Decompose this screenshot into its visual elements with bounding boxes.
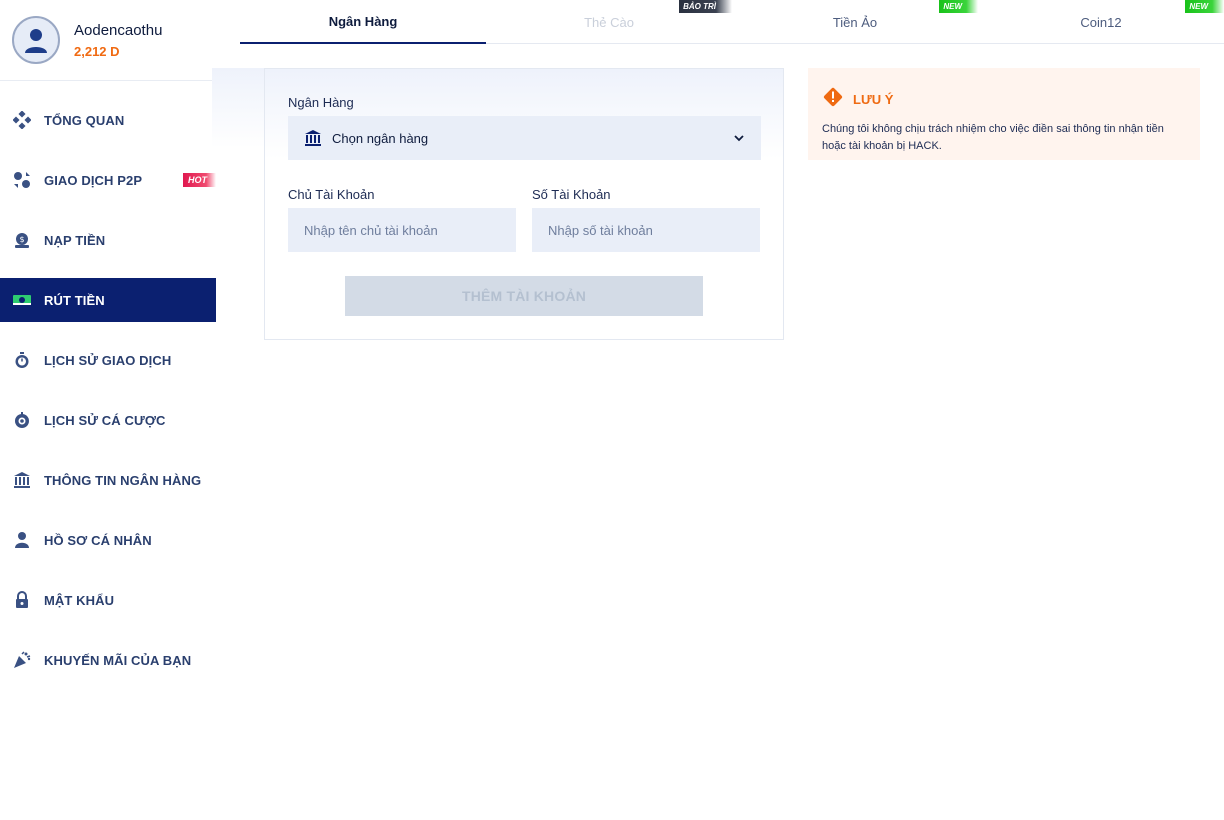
svg-text:$: $ — [19, 235, 24, 244]
tab-card[interactable]: Thẻ Cào BẢO TRÌ — [486, 0, 732, 44]
sidebar-item-password[interactable]: MẬT KHẨU — [0, 578, 216, 622]
tab-crypto[interactable]: Tiền Ảo NEW — [732, 0, 978, 44]
sidebar-item-p2p[interactable]: GIAO DỊCH P2P HOT — [0, 158, 216, 202]
bank-icon — [304, 129, 322, 147]
sidebar-menu: TỔNG QUAN GIAO DỊCH P2P HOT $ NẠP TIỀN R… — [0, 98, 216, 698]
tab-coin12[interactable]: Coin12 NEW — [978, 0, 1224, 44]
content-backdrop — [212, 68, 272, 148]
maintenance-badge: BẢO TRÌ — [679, 0, 732, 13]
deposit-icon: $ — [12, 230, 32, 250]
new-badge: NEW — [1185, 0, 1224, 13]
sidebar-item-label: GIAO DỊCH P2P — [44, 172, 143, 188]
sidebar-item-label: HỒ SƠ CÁ NHÂN — [44, 532, 152, 548]
sidebar-item-bet-history[interactable]: LỊCH SỬ CÁ CƯỢC — [0, 398, 216, 442]
tab-label: Ngân Hàng — [328, 13, 398, 29]
tab-label: Tiền Ảo — [832, 14, 878, 30]
hot-badge: HOT — [183, 173, 216, 187]
tab-label: Coin12 — [1080, 14, 1122, 30]
sidebar-item-label: RÚT TIỀN — [44, 292, 105, 308]
warning-icon — [822, 86, 844, 113]
sidebar-item-label: KHUYẾN MÃI CỦA BẠN — [44, 652, 192, 668]
bank-select[interactable]: Chọn ngân hàng — [288, 116, 761, 160]
sidebar-item-transaction-history[interactable]: LỊCH SỬ GIAO DỊCH — [0, 338, 216, 382]
sidebar-item-label: NẠP TIỀN — [44, 232, 106, 248]
bank-select-value: Chọn ngân hàng — [332, 130, 429, 146]
sidebar-item-label: LỊCH SỬ CÁ CƯỢC — [44, 412, 166, 428]
user-icon — [12, 530, 32, 550]
method-tabs: Ngân Hàng Thẻ Cào BẢO TRÌ Tiền Ảo NEW Co… — [240, 0, 1224, 44]
lock-icon — [12, 590, 32, 610]
username: Aodencaothu — [74, 22, 163, 39]
tab-label: Thẻ Cào — [584, 14, 634, 30]
sidebar-item-bank-info[interactable]: THÔNG TIN NGÂN HÀNG — [0, 458, 216, 502]
notice-text: Chúng tôi không chịu trách nhiệm cho việ… — [822, 123, 1164, 152]
number-label: Số Tài Khoản — [532, 187, 611, 202]
chevron-down-icon — [731, 130, 747, 146]
user-avatar-icon — [25, 29, 47, 53]
account-owner-input[interactable] — [288, 208, 516, 252]
add-account-button[interactable]: THÊM TÀI KHOẢN — [345, 276, 703, 316]
owner-label: Chủ Tài Khoản — [288, 187, 375, 202]
bank-icon — [12, 470, 32, 490]
dashboard-icon — [12, 110, 32, 130]
balance: 2,212 D — [74, 44, 120, 59]
sidebar-item-overview[interactable]: TỔNG QUAN — [0, 98, 216, 142]
sidebar-item-withdraw[interactable]: RÚT TIỀN — [0, 278, 216, 322]
notice-box: LƯU Ý Chúng tôi không chịu trách nhiệm c… — [808, 68, 1200, 160]
add-bank-account-form: Ngân Hàng Chọn ngân hàng Chủ Tài Khoản S… — [264, 68, 784, 340]
sidebar: Aodencaothu 2,212 D TỔNG QUAN GIAO DỊCH … — [0, 0, 216, 820]
profile-header: Aodencaothu 2,212 D — [0, 0, 216, 81]
sidebar-item-label: TỔNG QUAN — [44, 112, 125, 128]
stopwatch-icon — [12, 350, 32, 370]
sidebar-item-promotions[interactable]: KHUYẾN MÃI CỦA BẠN — [0, 638, 216, 682]
withdraw-icon — [12, 290, 32, 310]
bet-history-icon — [12, 410, 32, 430]
new-badge: NEW — [939, 0, 978, 13]
sidebar-item-label: THÔNG TIN NGÂN HÀNG — [44, 472, 202, 488]
sidebar-item-profile[interactable]: HỒ SƠ CÁ NHÂN — [0, 518, 216, 562]
avatar[interactable] — [12, 16, 60, 64]
tab-bank[interactable]: Ngân Hàng — [240, 0, 486, 44]
bank-label: Ngân Hàng — [288, 95, 354, 110]
notice-title: LƯU Ý — [853, 92, 894, 107]
sidebar-item-label: LỊCH SỬ GIAO DỊCH — [44, 352, 172, 368]
p2p-icon — [12, 170, 32, 190]
sidebar-item-label: MẬT KHẨU — [44, 592, 115, 608]
account-number-input[interactable] — [532, 208, 760, 252]
sidebar-item-deposit[interactable]: $ NẠP TIỀN — [0, 218, 216, 262]
promo-icon — [12, 650, 32, 670]
